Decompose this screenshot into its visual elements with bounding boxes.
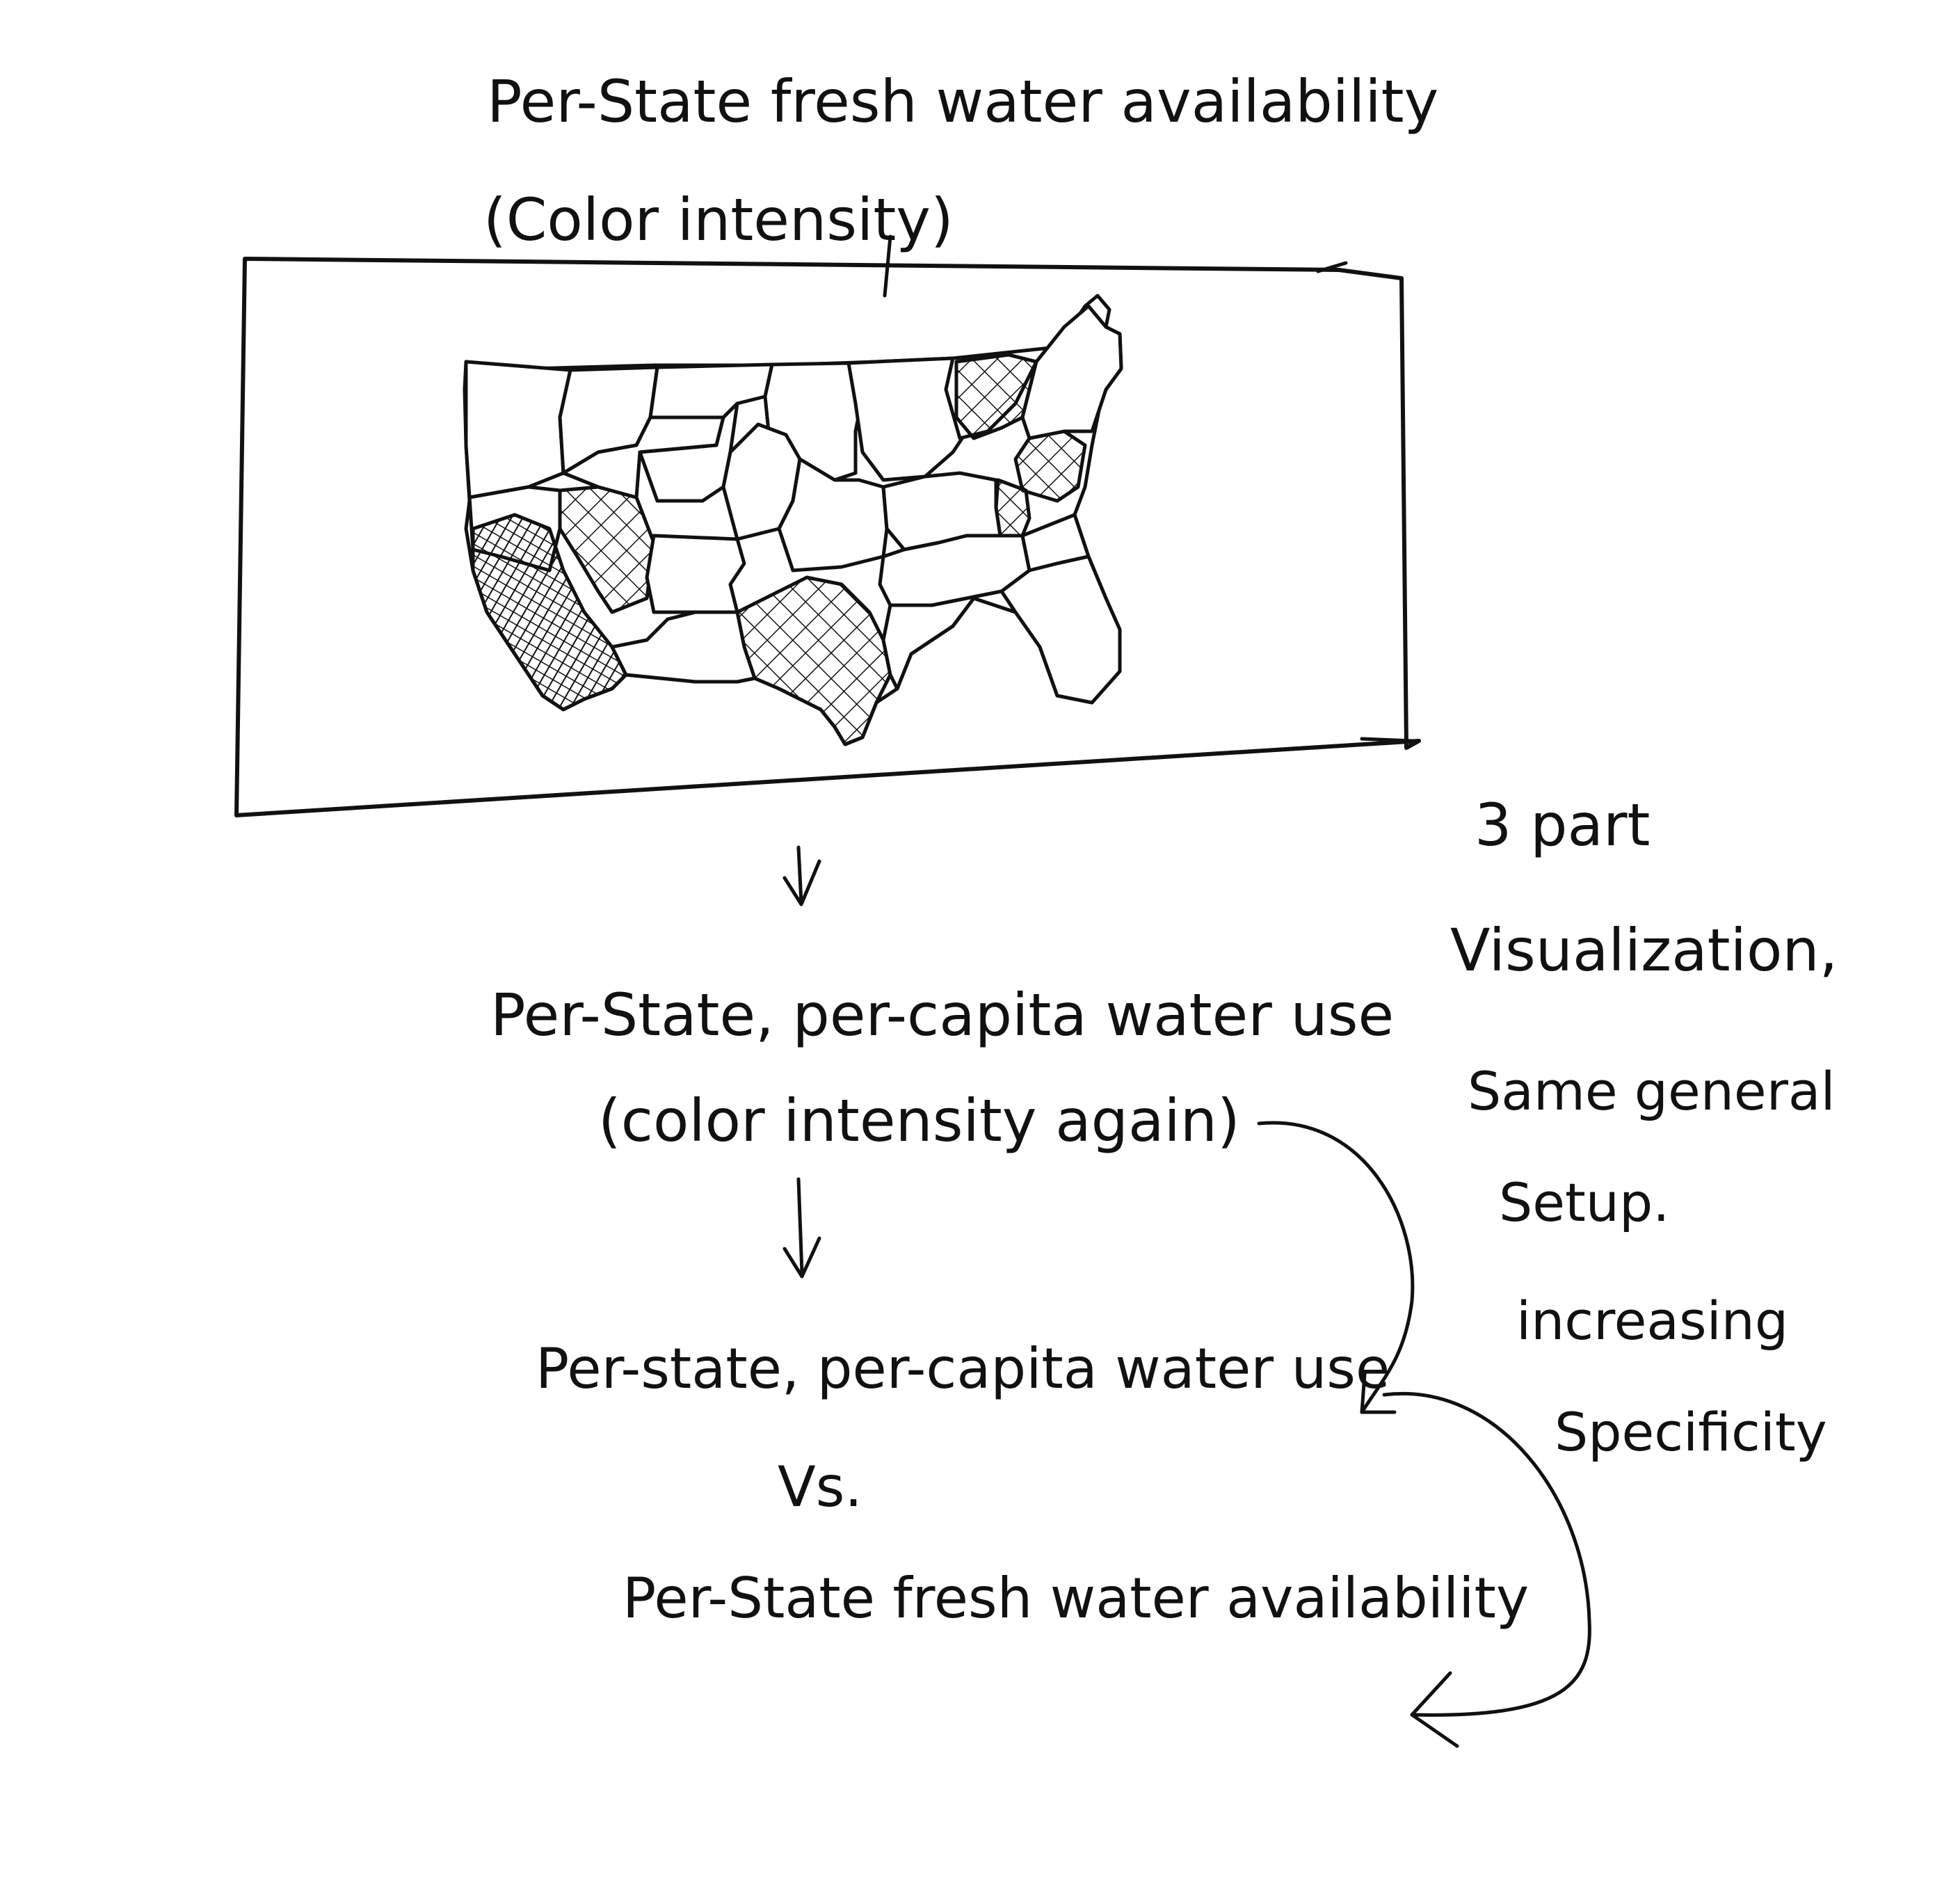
state-new-england [1020, 304, 1123, 440]
state-south [881, 589, 1018, 691]
side-note-line-4: Setup. [1499, 1171, 1669, 1233]
side-note-line-3: Same general [1468, 1060, 1836, 1122]
step3-line1: Per-state, per-capita water use [536, 1336, 1390, 1401]
curved-arrow-2-head [1410, 1671, 1459, 1748]
state-virginia [994, 478, 1031, 538]
step2-line1: Per-State, per-capita water use [490, 981, 1394, 1049]
down-arrow-1 [782, 845, 821, 906]
continental-us-map [463, 294, 1123, 746]
state-washington [464, 360, 572, 499]
state-florida-georgia [999, 554, 1122, 705]
side-note-line-2: Visualization, [1450, 916, 1838, 984]
side-note: 3 part Visualization, Same general Setup… [1450, 791, 1838, 1463]
step3-vs: Vs. [778, 1455, 862, 1519]
sketch-title-line1: Per-State fresh water availability [487, 67, 1438, 136]
side-note-line-6: Specificity [1555, 1401, 1827, 1463]
frame-corner-strokes [1316, 261, 1414, 743]
down-arrow-2 [782, 1177, 821, 1279]
step3-line2: Per-State fresh water availability [623, 1566, 1529, 1631]
sketch-title-line2: (Color intensity) [483, 186, 954, 254]
step2-line2: (color intensity again) [598, 1087, 1240, 1155]
side-note-line-5: increasing [1516, 1290, 1788, 1352]
wireframe-sketch: Per-State fresh water availability (Colo… [234, 67, 1838, 1748]
side-note-line-1: 3 part [1475, 791, 1650, 859]
state-colorado [645, 534, 746, 614]
